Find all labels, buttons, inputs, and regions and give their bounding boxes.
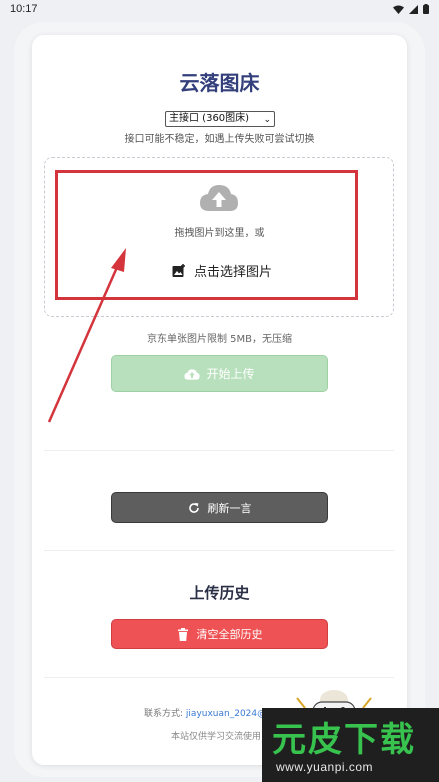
pointer-arrow	[47, 248, 126, 423]
